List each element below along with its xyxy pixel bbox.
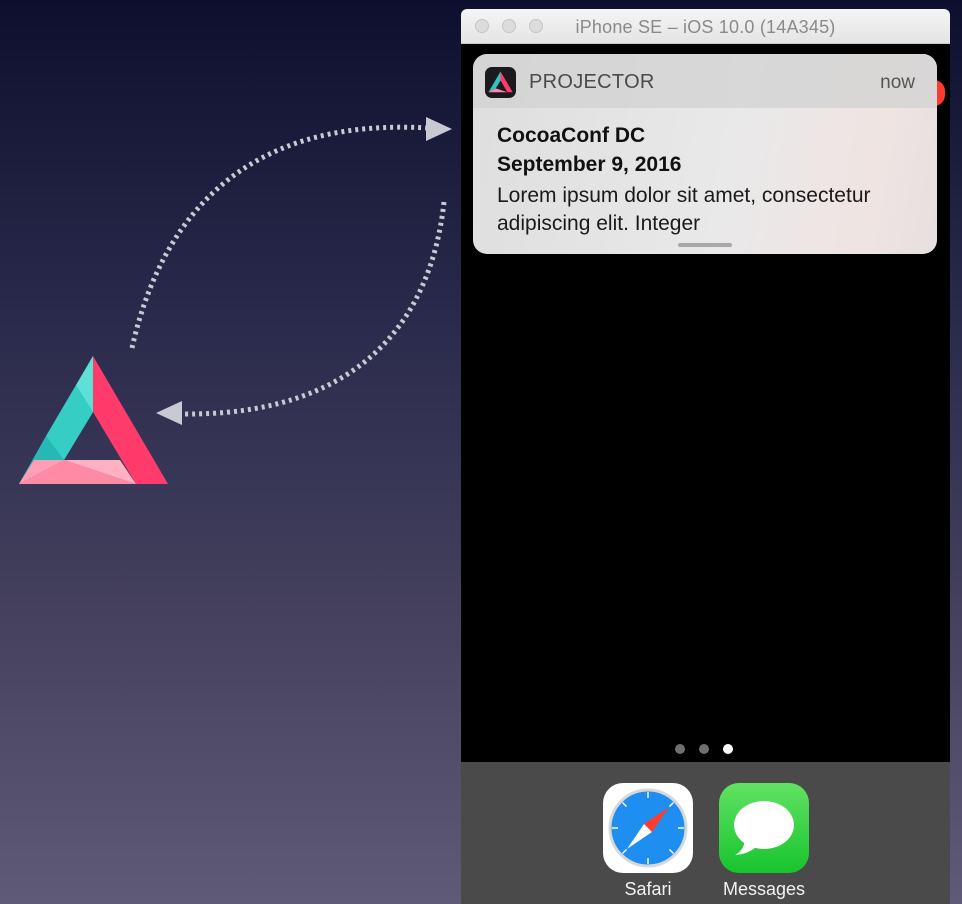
page-dot-current — [723, 744, 733, 754]
notification-grabber[interactable] — [678, 243, 732, 247]
safari-icon[interactable] — [603, 783, 693, 873]
arrow-to-app — [181, 201, 447, 417]
presentation-slide: iPhone SE – iOS 10.0 (14A345) PROJECTOR … — [0, 0, 962, 904]
dock-label-messages: Messages — [722, 879, 806, 899]
dock-app-messages[interactable]: Messages — [717, 783, 811, 900]
notification-body: Lorem ipsum dolor sit amet, consectetur … — [497, 184, 871, 235]
notification-header: PROJECTOR now — [473, 54, 937, 108]
window-titlebar[interactable]: iPhone SE – iOS 10.0 (14A345) — [461, 9, 950, 44]
page-dot — [675, 744, 685, 754]
dock: Safari Messages — [461, 762, 950, 904]
notification-subtitle: September 9, 2016 — [497, 153, 682, 176]
notification-banner[interactable]: PROJECTOR now CocoaConf DC September 9, … — [473, 54, 937, 254]
window-title: iPhone SE – iOS 10.0 (14A345) — [575, 17, 836, 37]
notification-time: now — [880, 72, 915, 93]
arrowhead-right — [426, 117, 452, 141]
notification-app-name: PROJECTOR — [529, 71, 655, 93]
notification-title: CocoaConf DC — [497, 124, 646, 147]
arrow-to-device — [129, 124, 429, 349]
page-dot — [699, 744, 709, 754]
messages-icon[interactable] — [719, 783, 809, 873]
simulator-window: iPhone SE – iOS 10.0 (14A345) PROJECTOR … — [461, 9, 950, 904]
dock-label-safari: Safari — [624, 879, 672, 899]
dock-app-safari[interactable]: Safari — [601, 783, 695, 900]
projector-app-icon — [485, 67, 516, 98]
iphone-screen: PROJECTOR now CocoaConf DC September 9, … — [461, 44, 950, 904]
projector-logo — [19, 356, 168, 484]
